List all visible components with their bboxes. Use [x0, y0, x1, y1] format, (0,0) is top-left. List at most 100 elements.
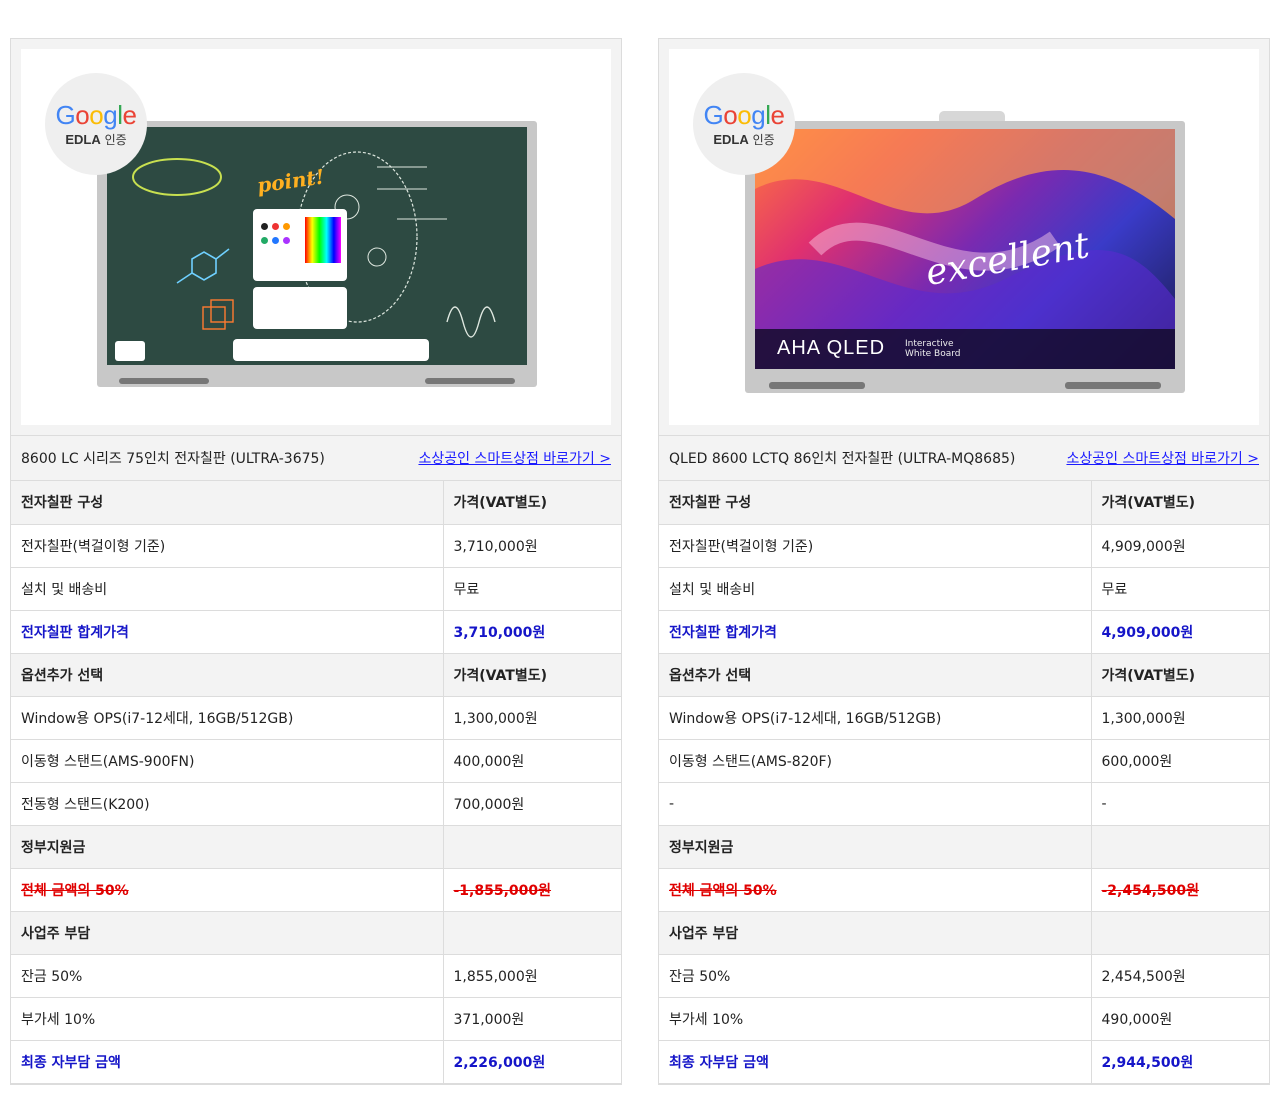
google-edla-badge: Google EDLA 인증	[693, 73, 795, 175]
row-value: 3,710,000원	[443, 524, 621, 568]
row-value: 무료	[1091, 567, 1269, 611]
row-label: 전자칠판 구성	[659, 481, 1092, 525]
row-label: 옵션추가 선택	[659, 653, 1092, 697]
table-row: 잔금 50% 2,454,500원	[659, 954, 1269, 998]
product-title-row: 8600 LC 시리즈 75인치 전자칠판 (ULTRA-3675) 소상공인 …	[11, 436, 621, 481]
row-label: -	[659, 782, 1092, 826]
whiteboard-screen: point!	[107, 127, 527, 365]
row-label: 전자칠판 구성	[11, 481, 444, 525]
table-row: 전자칠판 구성 가격(VAT별도)	[659, 481, 1269, 525]
color-palette-popup	[253, 209, 347, 281]
table-row: Window용 OPS(i7-12세대, 16GB/512GB) 1,300,00…	[11, 696, 621, 740]
price-table: 전자칠판 구성 가격(VAT별도) 전자칠판(벽걸이형 기준) 3,710,000원 설…	[11, 481, 621, 1084]
row-value	[443, 825, 621, 869]
row-label: 사업주 부담	[11, 911, 444, 955]
table-row: 정부지원금	[659, 825, 1269, 869]
product-image-area: point! Google EDLA 인증	[11, 39, 621, 436]
aha-qled-logo-sub: Interactive White Board	[905, 339, 961, 359]
row-label: 전체 금액의 50%	[659, 868, 1092, 912]
table-row: 사업주 부담	[659, 911, 1269, 955]
shape-popup	[253, 287, 347, 329]
badge-edla-label: EDLA	[65, 131, 101, 147]
table-row: 최종 자부담 금액 2,944,500원	[659, 1040, 1269, 1084]
google-edla-badge: Google EDLA 인증	[45, 73, 147, 175]
row-value: 1,300,000원	[443, 696, 621, 740]
row-value: 2,226,000원	[443, 1040, 621, 1084]
row-value: 4,909,000원	[1091, 610, 1269, 654]
google-logo: Google	[55, 99, 137, 130]
row-label: 전자칠판 합계가격	[659, 610, 1092, 654]
left-toolbar	[115, 341, 145, 361]
table-row: 부가세 10% 371,000원	[11, 997, 621, 1041]
row-value: 2,454,500원	[1091, 954, 1269, 998]
table-row: 이동형 스탠드(AMS-900FN) 400,000원	[11, 739, 621, 783]
row-value: -1,855,000원	[443, 868, 621, 912]
row-value: 가격(VAT별도)	[443, 481, 621, 525]
row-value: 가격(VAT별도)	[1091, 653, 1269, 697]
table-row: 전자칠판(벽걸이형 기준) 3,710,000원	[11, 524, 621, 568]
row-label: 잔금 50%	[659, 954, 1092, 998]
row-label: 사업주 부담	[659, 911, 1092, 955]
smart-store-link[interactable]: 소상공인 스마트상점 바로가기 >	[418, 448, 611, 468]
row-value: 2,944,500원	[1091, 1040, 1269, 1084]
table-row: 전자칠판(벽걸이형 기준) 4,909,000원	[659, 524, 1269, 568]
row-value: 600,000원	[1091, 739, 1269, 783]
badge-edla-label: EDLA	[713, 131, 749, 147]
badge-cert-label: 인증	[752, 132, 775, 147]
table-row: 전동형 스탠드(K200) 700,000원	[11, 782, 621, 826]
table-row: 사업주 부담	[11, 911, 621, 955]
row-label: Window용 OPS(i7-12세대, 16GB/512GB)	[659, 696, 1092, 740]
table-row: 정부지원금	[11, 825, 621, 869]
bottom-toolbar	[233, 339, 429, 361]
board-bottom-bar	[1065, 382, 1161, 389]
row-value: 가격(VAT별도)	[443, 653, 621, 697]
row-label: 부가세 10%	[659, 997, 1092, 1041]
row-label: 부가세 10%	[11, 997, 444, 1041]
aha-qled-logo: AHA QLED	[777, 337, 886, 359]
row-value: 3,710,000원	[443, 610, 621, 654]
row-label: 잔금 50%	[11, 954, 444, 998]
table-row: 최종 자부담 금액 2,226,000원	[11, 1040, 621, 1084]
row-label: 전동형 스탠드(K200)	[11, 782, 444, 826]
row-label: 정부지원금	[11, 825, 444, 869]
badge-cert-label: 인증	[104, 132, 127, 147]
product-image: excellent AHA QLED Interactive White Boa…	[669, 49, 1259, 425]
row-label: 이동형 스탠드(AMS-820F)	[659, 739, 1092, 783]
row-value: 700,000원	[443, 782, 621, 826]
table-row: 옵션추가 선택 가격(VAT별도)	[11, 653, 621, 697]
product-title-row: QLED 8600 LCTQ 86인치 전자칠판 (ULTRA-MQ8685) …	[659, 436, 1269, 481]
product-image-area: excellent AHA QLED Interactive White Boa…	[659, 39, 1269, 436]
row-value: 371,000원	[443, 997, 621, 1041]
product-card-right: excellent AHA QLED Interactive White Boa…	[658, 38, 1270, 1085]
table-row: 설치 및 배송비 무료	[11, 567, 621, 611]
google-logo: Google	[703, 99, 785, 130]
board-bottom-bar	[425, 378, 515, 384]
price-table: 전자칠판 구성 가격(VAT별도) 전자칠판(벽걸이형 기준) 4,909,000원 설…	[659, 481, 1269, 1084]
product-image: point! Google EDLA 인증	[21, 49, 611, 425]
table-row: 이동형 스탠드(AMS-820F) 600,000원	[659, 739, 1269, 783]
row-label: 전자칠판(벽걸이형 기준)	[659, 524, 1092, 568]
row-value: 무료	[443, 567, 621, 611]
row-value: 4,909,000원	[1091, 524, 1269, 568]
table-row: Window용 OPS(i7-12세대, 16GB/512GB) 1,300,00…	[659, 696, 1269, 740]
row-value	[443, 911, 621, 955]
row-label: 이동형 스탠드(AMS-900FN)	[11, 739, 444, 783]
table-row: 전자칠판 합계가격 4,909,000원	[659, 610, 1269, 654]
table-row: 전체 금액의 50% -2,454,500원	[659, 868, 1269, 912]
row-label: Window용 OPS(i7-12세대, 16GB/512GB)	[11, 696, 444, 740]
row-value	[1091, 825, 1269, 869]
table-row: 전자칠판 구성 가격(VAT별도)	[11, 481, 621, 525]
row-label: 설치 및 배송비	[659, 567, 1092, 611]
product-name: 8600 LC 시리즈 75인치 전자칠판 (ULTRA-3675)	[21, 451, 325, 467]
smart-store-link[interactable]: 소상공인 스마트상점 바로가기 >	[1066, 448, 1259, 468]
row-label: 최종 자부담 금액	[659, 1040, 1092, 1084]
product-name: QLED 8600 LCTQ 86인치 전자칠판 (ULTRA-MQ8685)	[669, 451, 1016, 467]
board-bottom-bar	[769, 382, 865, 389]
row-value: 1,300,000원	[1091, 696, 1269, 740]
row-value: -2,454,500원	[1091, 868, 1269, 912]
table-row: 설치 및 배송비 무료	[659, 567, 1269, 611]
whiteboard-screen: excellent AHA QLED Interactive White Boa…	[755, 129, 1175, 369]
row-label: 설치 및 배송비	[11, 567, 444, 611]
row-label: 옵션추가 선택	[11, 653, 444, 697]
color-spectrum	[305, 217, 341, 263]
